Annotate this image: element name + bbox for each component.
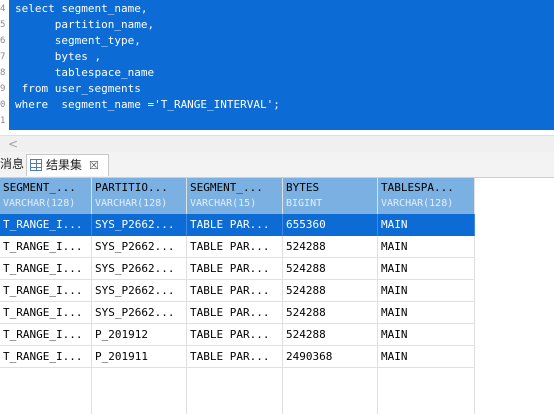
code-line: partition_name,	[15, 18, 155, 31]
table-cell[interactable]: MAIN	[378, 236, 475, 258]
tab-result-set[interactable]: 结果集 ☒	[26, 154, 109, 176]
table-row[interactable]: T_RANGE_I... P_201911 TABLE PAR... 2490368 M…	[0, 346, 475, 368]
table-cell[interactable]: MAIN	[378, 346, 475, 368]
table-row[interactable]: T_RANGE_I... SYS_P2662... TABLE PAR... 5242…	[0, 258, 475, 280]
table-cell[interactable]: T_RANGE_I...	[0, 236, 92, 258]
table-cell[interactable]: T_RANGE_I...	[0, 280, 92, 302]
table-cell[interactable]: 524288	[283, 258, 378, 280]
column-name: SEGMENT_...	[190, 181, 263, 194]
column-name: BYTES	[286, 181, 320, 194]
result-grid[interactable]: SEGMENT_... VARCHAR(128) PARTITIO... VAR…	[0, 178, 554, 414]
line-number: 8	[0, 68, 6, 78]
column-header-tablespace-name[interactable]: TABLESPA... VARCHAR(128)	[378, 178, 475, 214]
table-cell[interactable]: TABLE PAR...	[187, 302, 283, 324]
column-header-bytes[interactable]: BYTES BIGINT	[283, 178, 378, 214]
table-cell[interactable]: MAIN	[378, 324, 475, 346]
code-line: where segment_name ='T_RANGE_INTERVAL';	[15, 98, 280, 111]
table-cell[interactable]: T_RANGE_I...	[0, 324, 92, 346]
column-type: BIGINT	[286, 198, 323, 209]
line-number: 4	[0, 4, 6, 14]
close-icon[interactable]: ☒	[89, 155, 99, 176]
column-type: VARCHAR(128)	[3, 198, 76, 209]
table-cell[interactable]: 2490368	[283, 346, 378, 368]
sql-editor[interactable]: 4 5 6 7 8 9 0 1 select segment_name, par…	[0, 0, 554, 134]
table-cell[interactable]: T_RANGE_I...	[0, 302, 92, 324]
selected-sql-text[interactable]: select segment_name, partition_name, seg…	[9, 0, 554, 130]
table-cell[interactable]: 524288	[283, 302, 378, 324]
table-cell[interactable]: TABLE PAR...	[187, 258, 283, 280]
line-number: 6	[0, 36, 6, 46]
code-line: from user_segments	[15, 82, 141, 95]
table-cell[interactable]: P_201912	[92, 324, 187, 346]
table-row[interactable]: T_RANGE_I... SYS_P2662... TABLE PAR... 6553…	[0, 214, 475, 236]
table-row[interactable]: T_RANGE_I... SYS_P2662... TABLE PAR... 5242…	[0, 236, 475, 258]
table-cell[interactable]: T_RANGE_I...	[0, 346, 92, 368]
table-cell[interactable]: 655360	[283, 214, 378, 236]
table-cell[interactable]: MAIN	[378, 302, 475, 324]
column-type: VARCHAR(128)	[95, 198, 168, 209]
table-cell[interactable]: TABLE PAR...	[187, 346, 283, 368]
code-line: select segment_name,	[15, 2, 148, 15]
line-number: 5	[0, 20, 6, 30]
column-name: SEGMENT_...	[3, 181, 76, 194]
line-number: 9	[0, 84, 6, 94]
table-cell[interactable]: 524288	[283, 236, 378, 258]
code-line: bytes ,	[15, 50, 102, 63]
code-line: tablespace_name	[15, 66, 155, 79]
line-number: 0	[0, 100, 6, 110]
column-header-segment-name[interactable]: SEGMENT_... VARCHAR(128)	[0, 178, 92, 214]
table-cell[interactable]: MAIN	[378, 258, 475, 280]
table-cell[interactable]: 524288	[283, 324, 378, 346]
table-cell[interactable]: TABLE PAR...	[187, 214, 283, 236]
table-row[interactable]: T_RANGE_I... SYS_P2662... TABLE PAR... 5242…	[0, 280, 475, 302]
table-cell[interactable]: T_RANGE_I...	[0, 214, 92, 236]
line-number: 7	[0, 52, 6, 62]
results-tab-bar: 消息 结果集 ☒	[0, 152, 554, 178]
table-cell[interactable]: P_201911	[92, 346, 187, 368]
table-cell[interactable]: TABLE PAR...	[187, 280, 283, 302]
table-cell[interactable]: SYS_P2662...	[92, 236, 187, 258]
table-cell[interactable]: 524288	[283, 280, 378, 302]
table-cell[interactable]: SYS_P2662...	[92, 258, 187, 280]
column-type: VARCHAR(15)	[190, 198, 257, 209]
tab-result-set-label: 结果集	[46, 158, 83, 172]
line-number: 1	[0, 116, 6, 126]
table-cell[interactable]: SYS_P2662...	[92, 214, 187, 236]
column-header-partition-name[interactable]: PARTITIO... VARCHAR(128)	[92, 178, 187, 214]
table-cell[interactable]: SYS_P2662...	[92, 302, 187, 324]
code-line: segment_type,	[15, 34, 141, 47]
table-cell[interactable]: TABLE PAR...	[187, 324, 283, 346]
table-row[interactable]: T_RANGE_I... P_201912 TABLE PAR... 524288 MA…	[0, 324, 475, 346]
column-name: TABLESPA...	[381, 181, 454, 194]
scroll-left-icon[interactable]: <	[8, 136, 18, 152]
table-cell[interactable]: SYS_P2662...	[92, 280, 187, 302]
table-cell[interactable]: MAIN	[378, 280, 475, 302]
grid-icon	[30, 159, 42, 171]
table-cell[interactable]: T_RANGE_I...	[0, 258, 92, 280]
tab-messages[interactable]: 消息	[0, 154, 24, 175]
horizontal-scrollbar[interactable]: <	[0, 135, 554, 152]
column-name: PARTITIO...	[95, 181, 168, 194]
column-type: VARCHAR(128)	[381, 198, 454, 209]
line-number-gutter: 4 5 6 7 8 9 0 1	[0, 0, 8, 134]
table-row[interactable]: T_RANGE_I... SYS_P2662... TABLE PAR... 5242…	[0, 302, 475, 324]
table-cell[interactable]: MAIN	[378, 214, 475, 236]
table-cell[interactable]: TABLE PAR...	[187, 236, 283, 258]
column-header-segment-type[interactable]: SEGMENT_... VARCHAR(15)	[187, 178, 283, 214]
